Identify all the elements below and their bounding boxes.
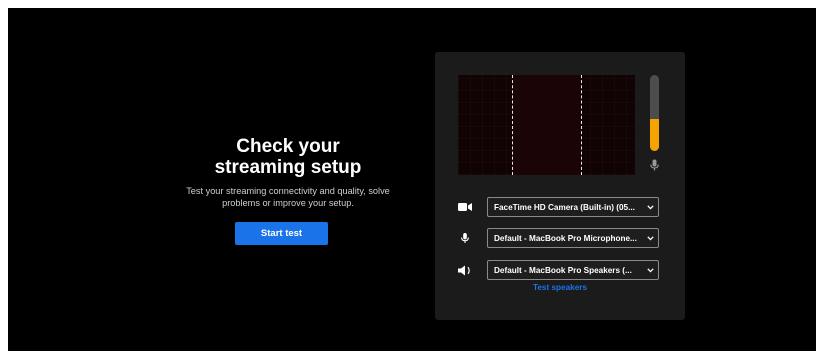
streaming-setup-page: Check your streaming setup Test your str… (8, 8, 816, 351)
video-camera-icon (457, 200, 473, 214)
camera-row: FaceTime HD Camera (Built-in) (05... (435, 197, 685, 217)
microphone-row: Default - MacBook Pro Microphone... (435, 228, 685, 248)
speakers-select[interactable]: Default - MacBook Pro Speakers (... (487, 260, 659, 280)
preview-center-frame (512, 75, 581, 175)
page-title-line-2: streaming setup (214, 157, 362, 178)
chevron-down-icon (646, 266, 654, 274)
page-description: Test your streaming connectivity and qua… (163, 185, 413, 209)
microphone-icon (457, 231, 473, 245)
mic-level-fill (650, 119, 659, 151)
speaker-icon (457, 263, 473, 277)
test-speakers-link[interactable]: Test speakers (435, 283, 685, 292)
microphone-select-value: Default - MacBook Pro Microphone... (494, 233, 637, 243)
chevron-down-icon (646, 203, 654, 211)
speakers-row: Default - MacBook Pro Speakers (... (435, 260, 685, 280)
chevron-down-icon (646, 234, 654, 242)
mic-level-meter (650, 75, 659, 151)
page-description-line-2: problems or improve your setup. (222, 198, 354, 208)
page-title: Check your streaming setup (148, 136, 428, 178)
speakers-select-value: Default - MacBook Pro Speakers (... (494, 265, 632, 275)
frame-guide-right (581, 75, 582, 175)
camera-select[interactable]: FaceTime HD Camera (Built-in) (05... (487, 197, 659, 217)
microphone-select[interactable]: Default - MacBook Pro Microphone... (487, 228, 659, 248)
camera-select-value: FaceTime HD Camera (Built-in) (05... (494, 202, 635, 212)
page-title-line-1: Check your (236, 136, 340, 157)
page-description-line-1: Test your streaming connectivity and qua… (186, 186, 390, 196)
device-check-panel: FaceTime HD Camera (Built-in) (05... Def… (435, 52, 685, 320)
microphone-icon (649, 158, 660, 171)
start-test-button[interactable]: Start test (235, 222, 328, 245)
camera-preview (458, 75, 635, 175)
frame-guide-left (512, 75, 513, 175)
